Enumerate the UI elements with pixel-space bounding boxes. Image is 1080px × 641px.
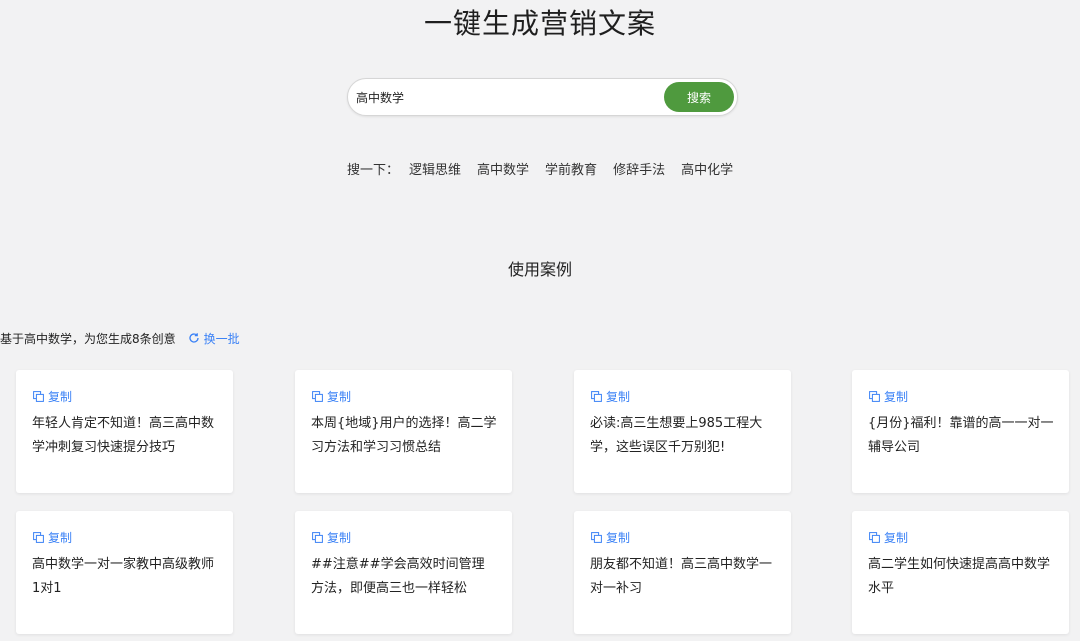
idea-text: 本周{地域}用户的选择！高二学习方法和学习习惯总结 xyxy=(311,416,497,455)
quick-tag-logic[interactable]: 逻辑思维 xyxy=(409,159,461,178)
quick-tag-high-school-math[interactable]: 高中数学 xyxy=(477,159,529,178)
copy-icon xyxy=(312,532,323,543)
copy-label: 复制 xyxy=(884,531,909,545)
generation-summary: 基于高中数学，为您生成8条创意 xyxy=(0,331,176,346)
search-box: 搜索 xyxy=(347,78,738,116)
search-input[interactable] xyxy=(356,85,656,109)
page-title: 一键生成营销文案 xyxy=(423,7,656,40)
quick-search-label: 搜一下： xyxy=(347,162,400,178)
copy-button[interactable]: 复制 xyxy=(312,388,351,405)
copy-icon xyxy=(591,532,602,543)
refresh-icon xyxy=(189,333,199,343)
copy-icon xyxy=(312,391,323,402)
quick-search-bar: 搜一下： 逻辑思维 高中数学 学前教育 修辞手法 高中化学 xyxy=(347,158,749,178)
idea-card: 复制 高中数学一对一家教中高级教师1对1 xyxy=(16,511,233,634)
copy-label: 复制 xyxy=(327,390,352,404)
idea-card: 复制 必读:高三生想要上985工程大学，这些误区千万别犯! xyxy=(574,370,791,493)
page: 一键生成营销文案 搜索 搜一下： 逻辑思维 高中数学 学前教育 修辞手法 高中化… xyxy=(0,0,1080,641)
idea-card: 复制 年轻人肯定不知道！高三高中数学冲刺复习快速提分技巧 xyxy=(16,370,233,493)
idea-card: 复制 {月份}福利！靠谱的高一一对一辅导公司 xyxy=(852,370,1069,493)
quick-tag-rhetoric[interactable]: 修辞手法 xyxy=(613,159,665,178)
generation-summary-bar: 基于高中数学，为您生成8条创意 换一批 xyxy=(0,328,240,348)
copy-label: 复制 xyxy=(606,531,631,545)
copy-button[interactable]: 复制 xyxy=(591,388,630,405)
quick-tag-preschool[interactable]: 学前教育 xyxy=(545,159,597,178)
idea-text: 朋友都不知道！高三高中数学一对一补习 xyxy=(590,557,773,596)
copy-button[interactable]: 复制 xyxy=(312,529,351,546)
idea-text: 高中数学一对一家教中高级教师1对1 xyxy=(32,557,215,596)
idea-card: 复制 ##注意##学会高效时间管理方法，即便高三也一样轻松 xyxy=(295,511,512,634)
copy-icon xyxy=(869,532,880,543)
refresh-label: 换一批 xyxy=(203,331,240,346)
idea-card: 复制 高二学生如何快速提高高中数学水平 xyxy=(852,511,1069,634)
copy-button[interactable]: 复制 xyxy=(33,529,72,546)
copy-label: 复制 xyxy=(606,390,631,404)
copy-label: 复制 xyxy=(327,531,352,545)
idea-text: 年轻人肯定不知道！高三高中数学冲刺复习快速提分技巧 xyxy=(32,416,215,455)
idea-card: 复制 本周{地域}用户的选择！高二学习方法和学习习惯总结 xyxy=(295,370,512,493)
copy-button[interactable]: 复制 xyxy=(591,529,630,546)
copy-button[interactable]: 复制 xyxy=(869,388,908,405)
copy-icon xyxy=(869,391,880,402)
idea-text: 高二学生如何快速提高高中数学水平 xyxy=(868,557,1051,596)
copy-label: 复制 xyxy=(48,531,73,545)
search-button[interactable]: 搜索 xyxy=(664,82,734,112)
copy-icon xyxy=(33,532,44,543)
idea-text: {月份}福利！靠谱的高一一对一辅导公司 xyxy=(868,416,1054,455)
copy-button[interactable]: 复制 xyxy=(869,529,908,546)
idea-text: 必读:高三生想要上985工程大学，这些误区千万别犯! xyxy=(590,416,763,455)
copy-button[interactable]: 复制 xyxy=(33,388,72,405)
copy-label: 复制 xyxy=(884,390,909,404)
section-title: 使用案例 xyxy=(507,260,572,279)
refresh-button[interactable]: 换一批 xyxy=(188,330,240,347)
idea-text: ##注意##学会高效时间管理方法，即便高三也一样轻松 xyxy=(311,557,485,596)
quick-tag-chemistry[interactable]: 高中化学 xyxy=(681,159,733,178)
idea-card: 复制 朋友都不知道！高三高中数学一对一补习 xyxy=(574,511,791,634)
copy-label: 复制 xyxy=(48,390,73,404)
copy-icon xyxy=(591,391,602,402)
copy-icon xyxy=(33,391,44,402)
